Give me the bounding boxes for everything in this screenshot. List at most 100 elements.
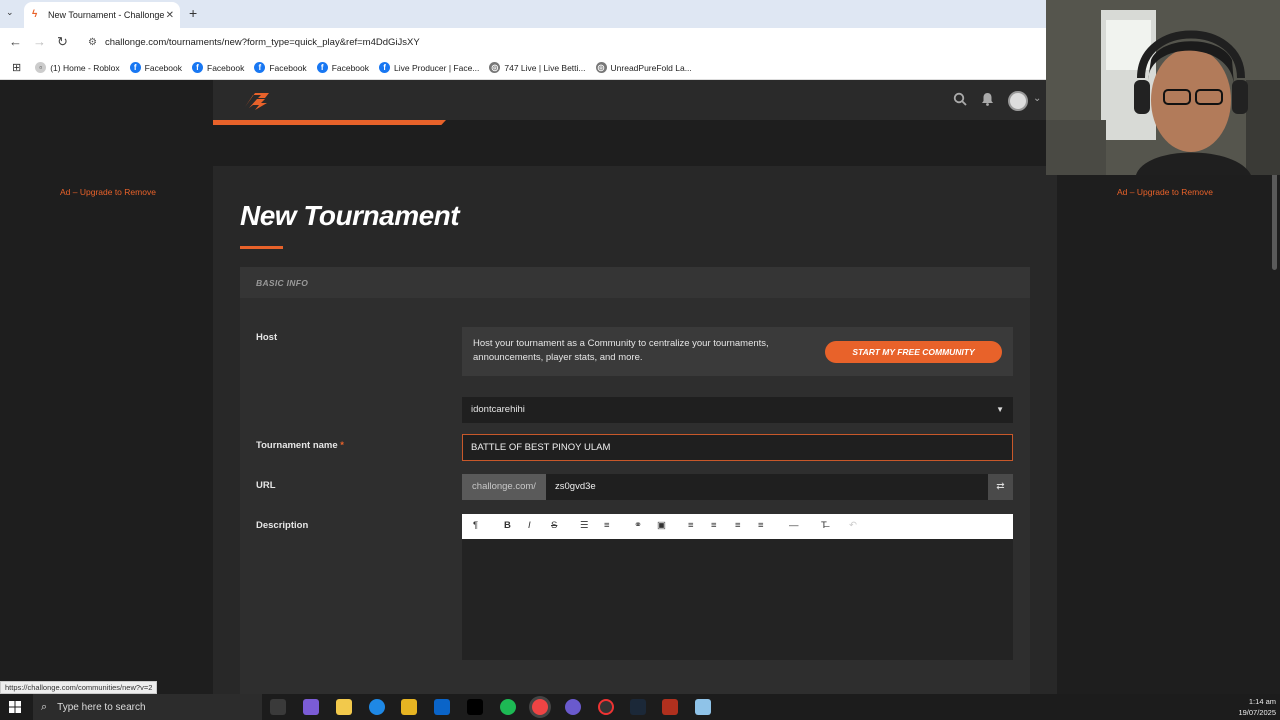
- system-clock[interactable]: 1:14 am 19/07/2025: [1238, 696, 1276, 718]
- description-editor[interactable]: [462, 539, 1013, 660]
- discord-icon[interactable]: [565, 699, 581, 715]
- chevron-down-icon[interactable]: ⌄: [1033, 93, 1041, 104]
- bookmark-item[interactable]: ▫ (1) Home - Roblox: [35, 62, 120, 73]
- chrome-icon[interactable]: [532, 699, 548, 715]
- bell-icon[interactable]: [981, 92, 994, 109]
- bookmark-item[interactable]: f Live Producer | Face...: [379, 62, 479, 73]
- progress-rail: [213, 120, 446, 125]
- bookmark-item[interactable]: f Facebook: [192, 62, 244, 73]
- facebook-icon: f: [379, 62, 391, 73]
- webcam-overlay: [1046, 0, 1280, 175]
- app-icon[interactable]: [695, 699, 711, 715]
- host-promo-text: Host your tournament as a Community to c…: [473, 338, 769, 363]
- tournament-name-label: Tournament name *: [256, 440, 344, 451]
- align-right-icon[interactable]: ≡: [735, 520, 741, 531]
- spotify-icon[interactable]: [500, 699, 516, 715]
- host-promo-box: Host your tournament as a Community to c…: [462, 327, 1013, 376]
- apps-grid-icon[interactable]: ⊞: [12, 61, 21, 74]
- start-community-button[interactable]: START MY FREE COMMUNITY: [825, 341, 1002, 363]
- store-icon[interactable]: [336, 699, 352, 715]
- challonge-logo-icon[interactable]: [241, 89, 273, 111]
- forward-arrow-icon[interactable]: →: [33, 34, 46, 49]
- image-icon[interactable]: ▣: [657, 520, 666, 531]
- numbered-list-icon[interactable]: ≡: [604, 520, 610, 531]
- bold-icon[interactable]: B: [504, 520, 511, 531]
- bookmark-item[interactable]: ◎ UnreadPureFold La...: [595, 62, 692, 73]
- webcam-feed: [1046, 0, 1280, 175]
- url-label: URL: [256, 480, 276, 491]
- host-label: Host: [256, 332, 278, 343]
- host-select-value: idontcarehihi: [471, 404, 525, 415]
- taskbar-search-box[interactable]: ⌕ Type here to search: [33, 694, 262, 720]
- align-center-icon[interactable]: ≡: [711, 520, 717, 531]
- clear-format-icon[interactable]: T̶: [821, 520, 827, 531]
- address-bar-row: ← → ↻ ⚙ challonge.com/tournaments/new?fo…: [0, 28, 1046, 56]
- site-info-icon[interactable]: ⚙: [88, 37, 97, 48]
- horizontal-rule-icon[interactable]: —: [789, 520, 799, 531]
- host-select[interactable]: idontcarehihi ▼: [462, 397, 1013, 423]
- avatar[interactable]: [1008, 91, 1028, 111]
- challonge-favicon-icon: ϟ: [32, 9, 38, 20]
- scrollbar-thumb[interactable]: [1272, 160, 1277, 270]
- globe-icon: ◎: [489, 62, 501, 73]
- main-content: New Tournament BASIC INFO Host Host your…: [213, 166, 1057, 707]
- facebook-icon: f: [316, 62, 328, 73]
- bookmark-item[interactable]: f Facebook: [254, 62, 307, 73]
- new-tab-button[interactable]: +: [189, 5, 197, 21]
- bookmark-item[interactable]: f Facebook: [129, 62, 182, 73]
- back-arrow-icon[interactable]: ←: [9, 34, 22, 49]
- browser-tab-strip: ⌄ ϟ New Tournament - Challonge ✕ +: [0, 0, 1046, 28]
- outlook-icon[interactable]: [434, 699, 450, 715]
- required-asterisk: *: [340, 440, 344, 451]
- file-explorer-icon[interactable]: [401, 699, 417, 715]
- bookmark-item[interactable]: ◎ 747 Live | Live Betti...: [489, 62, 586, 73]
- url-prefix: challonge.com/: [462, 474, 546, 500]
- undo-icon[interactable]: ↶: [849, 520, 857, 531]
- clock-date: 19/07/2025: [1238, 708, 1276, 717]
- site-header: ⌄: [213, 80, 1046, 125]
- caret-down-icon: ▼: [996, 405, 1004, 414]
- description-label: Description: [256, 520, 309, 531]
- tournament-name-input[interactable]: BATTLE OF BEST PINOY ULAM: [462, 434, 1013, 461]
- link-icon[interactable]: ⚭: [634, 520, 642, 531]
- paragraph-icon[interactable]: ¶: [473, 520, 478, 531]
- facebook-icon: f: [192, 62, 203, 73]
- tiktok-icon[interactable]: [467, 699, 483, 715]
- edge-icon[interactable]: [369, 699, 385, 715]
- dota-icon[interactable]: [662, 699, 678, 715]
- roblox-icon: ▫: [35, 62, 47, 73]
- strikethrough-icon[interactable]: S: [551, 520, 557, 531]
- clock-time: 1:14 am: [1248, 697, 1276, 706]
- facebook-icon: f: [254, 62, 266, 73]
- reload-icon[interactable]: ↻: [57, 34, 68, 50]
- app-icon[interactable]: [598, 699, 614, 715]
- basic-info-card: BASIC INFO Host Host your tournament as …: [240, 267, 1030, 707]
- tab-search-chevron-icon[interactable]: ⌄: [6, 7, 14, 18]
- shuffle-icon[interactable]: ⇄: [988, 474, 1013, 500]
- globe-icon: ◎: [595, 62, 607, 73]
- copilot-icon[interactable]: [303, 699, 319, 715]
- bullet-list-icon[interactable]: ☰: [580, 520, 589, 531]
- align-left-icon[interactable]: ≡: [688, 520, 694, 531]
- steam-icon[interactable]: [630, 699, 646, 715]
- search-icon[interactable]: [953, 92, 967, 109]
- section-header-label: BASIC INFO: [256, 278, 309, 288]
- link-preview-status: https://challonge.com/communities/new?v=…: [0, 681, 158, 694]
- tab-title: New Tournament - Challonge: [48, 10, 165, 20]
- windows-start-icon[interactable]: [9, 701, 21, 713]
- page-title: New Tournament: [240, 200, 460, 231]
- url-text: challonge.com/tournaments/new?form_type=…: [104, 36, 420, 48]
- task-view-icon[interactable]: [270, 699, 286, 715]
- align-justify-icon[interactable]: ≡: [758, 520, 764, 531]
- browser-tab-active[interactable]: ϟ New Tournament - Challonge ✕: [24, 2, 180, 28]
- url-slug-input[interactable]: zs0gvd3e: [546, 474, 988, 500]
- tab-close-icon[interactable]: ✕: [166, 10, 174, 21]
- facebook-icon: f: [129, 62, 141, 73]
- taskbar-search-placeholder: Type here to search: [57, 701, 146, 713]
- bookmark-item[interactable]: f Facebook: [316, 62, 369, 73]
- ad-upgrade-link-left[interactable]: Ad – Upgrade to Remove: [60, 187, 156, 197]
- italic-icon[interactable]: I: [528, 520, 531, 531]
- url-field[interactable]: ⚙ challonge.com/tournaments/new?form_typ…: [80, 31, 1040, 53]
- ad-upgrade-link-right[interactable]: Ad – Upgrade to Remove: [1117, 187, 1213, 197]
- section-header: BASIC INFO: [240, 267, 1030, 298]
